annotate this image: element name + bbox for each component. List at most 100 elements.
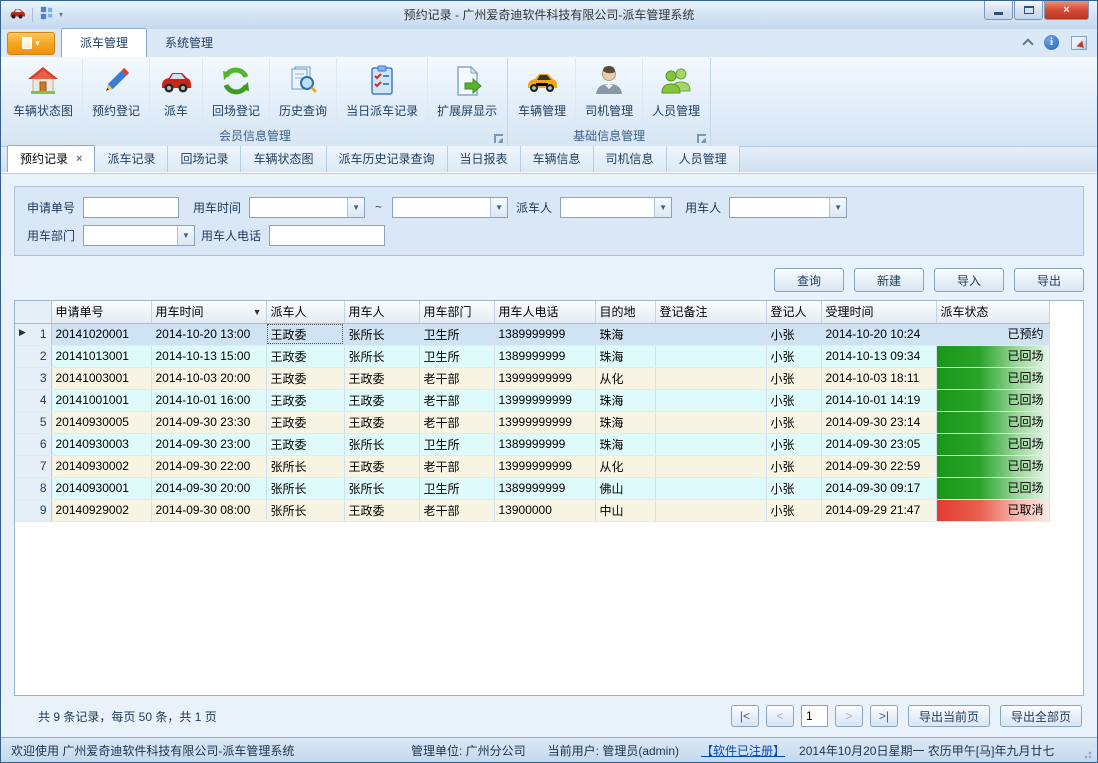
cell-user[interactable]: 王政委 — [344, 389, 419, 411]
row-header-cell[interactable]: 6 — [15, 433, 51, 455]
cell-dispatcher[interactable]: 王政委 — [266, 345, 344, 367]
cell-registrar[interactable]: 小张 — [766, 345, 821, 367]
cell-registrar[interactable]: 小张 — [766, 411, 821, 433]
cell-remark[interactable] — [655, 345, 766, 367]
next-page-button[interactable]: > — [835, 705, 863, 727]
column-header-派车人[interactable]: 派车人 — [266, 301, 344, 323]
cell-status[interactable]: 已回场 — [936, 411, 1049, 433]
cell-dept[interactable]: 卫生所 — [419, 323, 494, 345]
dispatcher-combo[interactable]: ▼ — [560, 197, 672, 218]
chevron-down-icon[interactable]: ▾ — [59, 10, 63, 19]
cell-dispatcher[interactable]: 王政委 — [266, 433, 344, 455]
cell-user[interactable]: 王政委 — [344, 455, 419, 477]
order-no-input[interactable] — [83, 197, 179, 218]
cell-order_no[interactable]: 20141001001 — [51, 389, 151, 411]
ribbon-button-当日派车记录[interactable]: 当日派车记录 — [337, 58, 428, 129]
row-header-cell[interactable]: 4 — [15, 389, 51, 411]
cell-dispatcher[interactable]: 张所长 — [266, 455, 344, 477]
cell-use_time[interactable]: 2014-09-30 20:00 — [151, 477, 266, 499]
cell-use_time[interactable]: 2014-09-30 23:30 — [151, 411, 266, 433]
cell-dept[interactable]: 老干部 — [419, 499, 494, 521]
cell-registrar[interactable]: 小张 — [766, 477, 821, 499]
cell-remark[interactable] — [655, 411, 766, 433]
cell-user[interactable]: 张所长 — [344, 433, 419, 455]
cell-registrar[interactable]: 小张 — [766, 367, 821, 389]
cell-phone[interactable]: 13900000 — [494, 499, 595, 521]
cell-dept[interactable]: 老干部 — [419, 455, 494, 477]
cell-accept_time[interactable]: 2014-10-20 10:24 — [821, 323, 936, 345]
column-header-派车状态[interactable]: 派车状态 — [936, 301, 1049, 323]
cell-dept[interactable]: 卫生所 — [419, 477, 494, 499]
row-header-cell[interactable]: 8 — [15, 477, 51, 499]
cell-phone[interactable]: 1389999999 — [494, 323, 595, 345]
doc-tab-派车记录[interactable]: 派车记录 — [95, 146, 168, 172]
chevron-down-icon[interactable]: ▼ — [347, 198, 364, 217]
cell-dest[interactable]: 珠海 — [595, 323, 655, 345]
close-tab-icon[interactable]: × — [76, 153, 82, 165]
export-all-pages-button[interactable]: 导出全部页 — [1000, 705, 1082, 727]
cell-registrar[interactable]: 小张 — [766, 499, 821, 521]
close-button[interactable]: × — [1044, 1, 1089, 20]
cell-order_no[interactable]: 20141013001 — [51, 345, 151, 367]
dept-combo[interactable]: ▼ — [83, 225, 195, 246]
doc-tab-车辆状态图[interactable]: 车辆状态图 — [241, 146, 326, 172]
user-combo[interactable]: ▼ — [729, 197, 847, 218]
cell-dest[interactable]: 珠海 — [595, 345, 655, 367]
first-page-button[interactable]: |< — [731, 705, 759, 727]
info-icon[interactable]: i — [1044, 35, 1059, 50]
cell-dispatcher[interactable]: 王政委 — [266, 367, 344, 389]
table-row[interactable]: 7201409300022014-09-30 22:00张所长王政委老干部139… — [15, 455, 1049, 477]
cell-phone[interactable]: 13999999999 — [494, 389, 595, 411]
ribbon-button-回场登记[interactable]: 回场登记 — [203, 58, 270, 129]
row-header-cell[interactable]: 3 — [15, 367, 51, 389]
license-link[interactable]: 【软件已注册】 — [701, 742, 785, 759]
cell-dept[interactable]: 卫生所 — [419, 433, 494, 455]
page-number-input[interactable] — [801, 705, 828, 727]
cell-status[interactable]: 已回场 — [936, 345, 1049, 367]
cell-remark[interactable] — [655, 477, 766, 499]
chevron-down-icon[interactable]: ▼ — [654, 198, 671, 217]
column-header-目的地[interactable]: 目的地 — [595, 301, 655, 323]
collapse-ribbon-icon[interactable] — [1022, 38, 1033, 49]
cell-dept[interactable]: 老干部 — [419, 367, 494, 389]
cell-status[interactable]: 已预约 — [936, 323, 1049, 345]
row-header-cell[interactable]: 2 — [15, 345, 51, 367]
cell-accept_time[interactable]: 2014-09-30 23:14 — [821, 411, 936, 433]
resize-grip[interactable] — [1084, 749, 1094, 759]
table-row[interactable]: 6201409300032014-09-30 23:00王政委张所长卫生所138… — [15, 433, 1049, 455]
column-header-受理时间[interactable]: 受理时间 — [821, 301, 936, 323]
cell-remark[interactable] — [655, 433, 766, 455]
chevron-down-icon[interactable]: ▼ — [829, 198, 846, 217]
cell-accept_time[interactable]: 2014-10-03 18:11 — [821, 367, 936, 389]
minimize-button[interactable] — [984, 1, 1013, 20]
ribbon-button-预约登记[interactable]: 预约登记 — [83, 58, 150, 129]
table-row[interactable]: 2201410130012014-10-13 15:00王政委张所长卫生所138… — [15, 345, 1049, 367]
ribbon-button-人员管理[interactable]: 人员管理 — [643, 58, 709, 129]
cell-dispatcher[interactable]: 张所长 — [266, 477, 344, 499]
cell-dest[interactable]: 珠海 — [595, 389, 655, 411]
cell-status[interactable]: 已回场 — [936, 433, 1049, 455]
cell-phone[interactable]: 13999999999 — [494, 367, 595, 389]
cell-dest[interactable]: 从化 — [595, 367, 655, 389]
doc-tab-当日报表[interactable]: 当日报表 — [448, 146, 521, 172]
layout-icon[interactable] — [40, 6, 54, 23]
cell-dept[interactable]: 老干部 — [419, 389, 494, 411]
cell-use_time[interactable]: 2014-10-03 20:00 — [151, 367, 266, 389]
cell-status[interactable]: 已回场 — [936, 477, 1049, 499]
doc-tab-司机信息[interactable]: 司机信息 — [594, 146, 667, 172]
cell-phone[interactable]: 1389999999 — [494, 345, 595, 367]
cell-order_no[interactable]: 20140930002 — [51, 455, 151, 477]
cell-remark[interactable] — [655, 499, 766, 521]
style-switch-icon[interactable] — [1071, 36, 1087, 50]
dialog-launcher-icon[interactable] — [697, 134, 706, 143]
column-header-登记人[interactable]: 登记人 — [766, 301, 821, 323]
doc-tab-回场记录[interactable]: 回场记录 — [168, 146, 241, 172]
cell-user[interactable]: 王政委 — [344, 499, 419, 521]
row-header-cell[interactable]: 9 — [15, 499, 51, 521]
table-row[interactable]: 3201410030012014-10-03 20:00王政委王政委老干部139… — [15, 367, 1049, 389]
ribbon-button-扩展屏显示[interactable]: 扩展屏显示 — [428, 58, 506, 129]
cell-dest[interactable]: 佛山 — [595, 477, 655, 499]
cell-use_time[interactable]: 2014-10-20 13:00 — [151, 323, 266, 345]
ribbon-button-历史查询[interactable]: 历史查询 — [270, 58, 337, 129]
cell-registrar[interactable]: 小张 — [766, 389, 821, 411]
